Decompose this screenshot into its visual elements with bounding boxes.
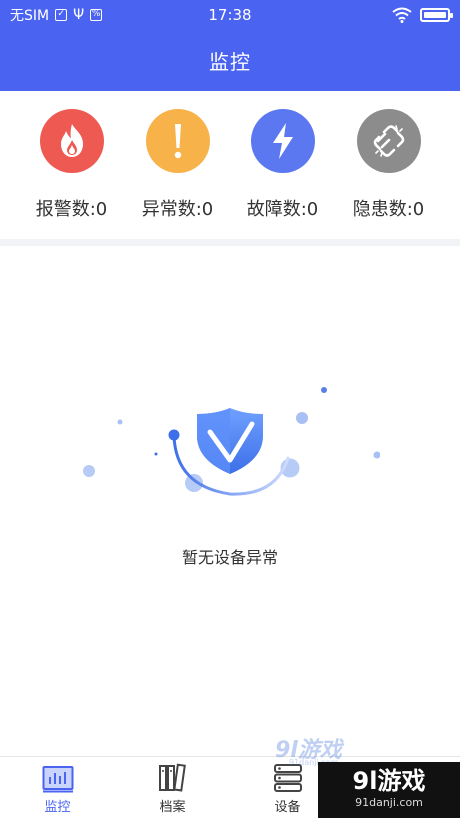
- tab-archive[interactable]: 档案: [115, 757, 230, 818]
- tab-archive-label: 档案: [159, 800, 186, 815]
- tab-monitor[interactable]: 监控: [0, 757, 115, 818]
- app-header: 监控: [0, 30, 460, 91]
- stat-hazard-circle[interactable]: [356, 109, 421, 173]
- status-bar: 无SIM ✓ Ψ % 17:38: [0, 0, 460, 30]
- stat-hazard[interactable]: 隐患数:0: [331, 109, 446, 221]
- watermark-badge: 9l游戏 91danji.com: [318, 762, 460, 818]
- monitor-chart-icon: [42, 766, 73, 793]
- stat-fault-circle[interactable]: [250, 109, 315, 173]
- status-time: 17:38: [208, 6, 252, 24]
- exclamation-icon: [174, 124, 181, 159]
- stat-abnormal-label: 异常数:0: [141, 199, 214, 220]
- decor-dot: [296, 412, 308, 424]
- stat-fault-label: 故障数:0: [246, 199, 319, 220]
- tab-monitor-label: 监控: [44, 800, 71, 815]
- decor-dot: [321, 387, 327, 393]
- wifi-icon: [392, 7, 412, 23]
- content-area: 暂无设备异常: [0, 246, 460, 756]
- fire-icon: [60, 124, 83, 157]
- empty-state-message: 暂无设备异常: [181, 548, 278, 567]
- decor-dot: [117, 419, 123, 425]
- stat-abnormal-circle[interactable]: [145, 109, 210, 173]
- section-divider: [0, 239, 460, 246]
- stat-fault[interactable]: 故障数:0: [225, 109, 340, 221]
- page-title: 监控: [209, 50, 251, 74]
- decor-dot: [373, 451, 380, 459]
- battery-icon: [420, 8, 453, 22]
- archive-books-icon: [158, 763, 186, 792]
- shield-check-icon: [83, 387, 380, 496]
- stat-alarm-circle[interactable]: [39, 109, 104, 173]
- lightning-icon: [272, 123, 293, 159]
- watermark-sub: 91danji.com: [355, 796, 423, 809]
- decor-dot: [154, 452, 158, 456]
- stat-abnormal[interactable]: 异常数:0: [120, 109, 235, 221]
- broken-link-icon: [373, 125, 404, 157]
- watermark-main: 9l游戏: [352, 767, 426, 795]
- server-stack-icon: [273, 764, 302, 792]
- stat-alarm[interactable]: 报警数:0: [14, 109, 129, 221]
- watermark-ghost: 9l游戏 91danji.com: [275, 732, 375, 767]
- status-right: [392, 0, 453, 30]
- stats-row: 报警数:0 异常数:0 故障数:0 隐患数:0: [0, 91, 460, 239]
- stat-alarm-label: 报警数:0: [35, 199, 108, 220]
- decor-dot: [83, 465, 95, 477]
- stat-hazard-label: 隐患数:0: [352, 199, 425, 220]
